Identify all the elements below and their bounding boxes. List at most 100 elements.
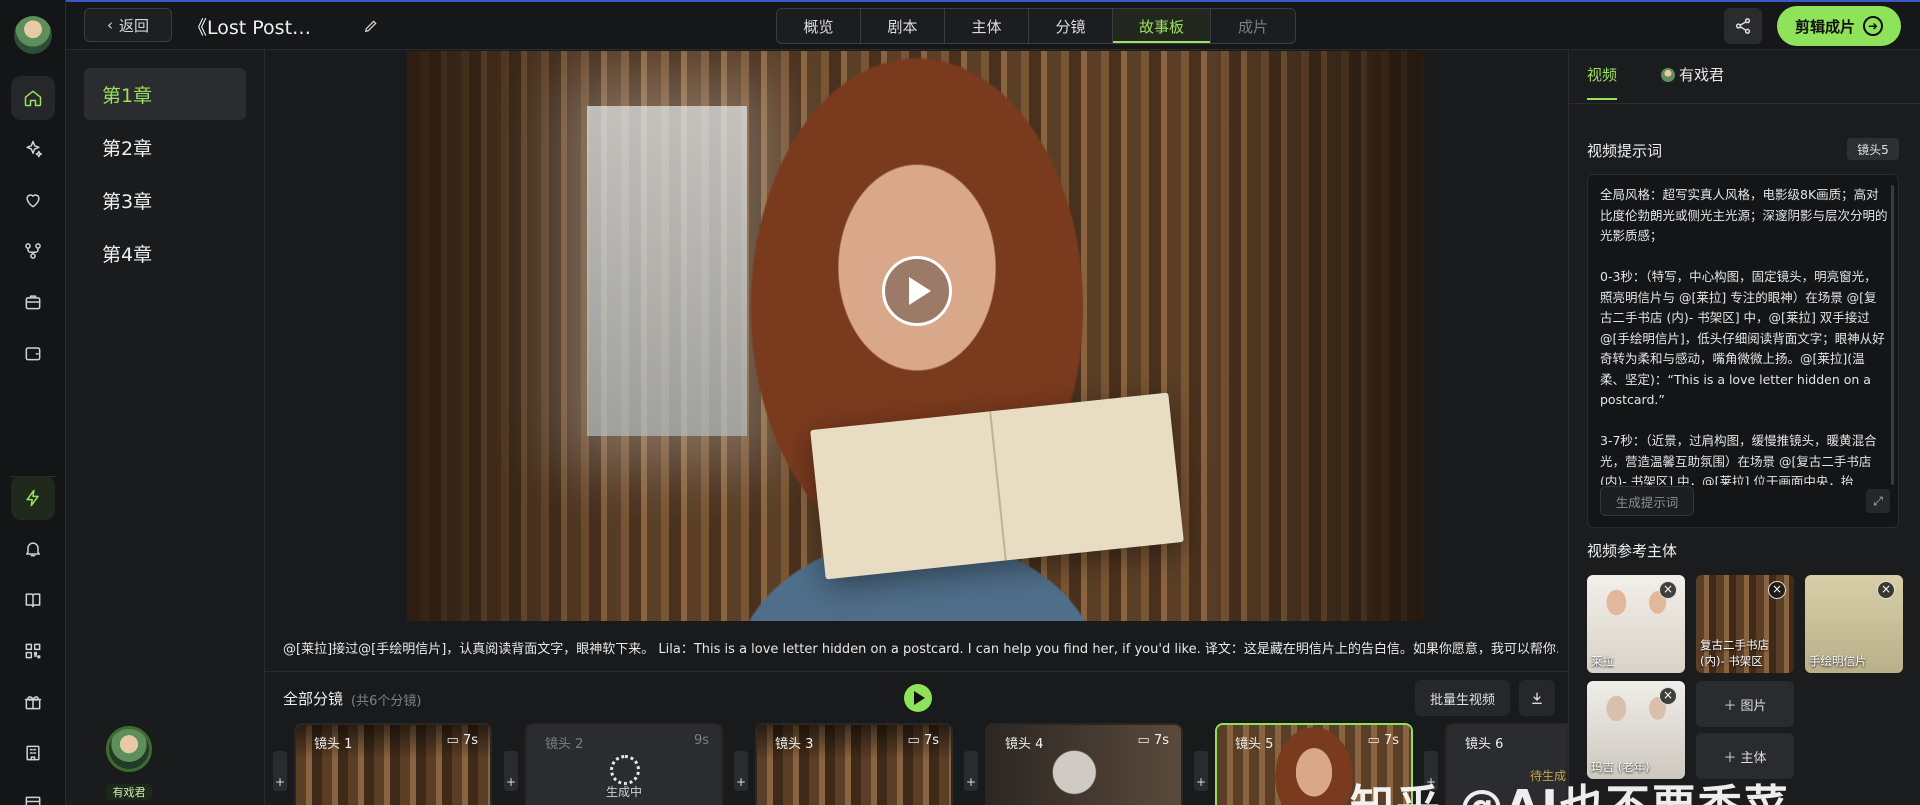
arrow-right-icon: ➜ [1863,16,1883,36]
edit-final-label: 剪辑成片 [1794,17,1855,36]
add-image-button[interactable]: ＋图片 [1696,681,1794,727]
shots-title: 全部分镜 [283,690,344,708]
download-button[interactable] [1519,680,1555,716]
shot-label: 镜头 5 [1235,737,1274,752]
ref-name: 莱拉 [1591,654,1614,668]
insert-shot-button[interactable]: + [273,751,287,791]
nav-toolbox[interactable] [11,280,55,324]
chapter-item-1[interactable]: 第1章 [84,68,246,120]
shot-label: 镜头 2 [545,737,584,752]
play-icon[interactable] [882,256,952,326]
plus-icon: ＋ [1723,750,1737,766]
tab-script[interactable]: 剧本 [861,9,945,43]
prompt-title: 视频提示词 [1587,142,1663,160]
app-logo[interactable] [14,16,52,54]
video-player[interactable] [407,51,1424,621]
back-button[interactable]: ‹ 返回 [84,8,172,42]
tab-subjects[interactable]: 主体 [945,9,1029,43]
shot-card-2[interactable]: 镜头 2 9s 生成中 [525,723,723,805]
shot-label: 镜头 3 [775,737,814,752]
nav-boost[interactable] [11,476,55,520]
share-button[interactable] [1724,8,1762,44]
shot-duration: ▭ 7s [907,733,939,748]
user-name: 有戏君 [106,784,152,800]
chapter-item-3[interactable]: 第3章 [84,174,246,226]
right-panel: 视频 有戏君 视频提示词 镜头5 全局风格：超写实真人风格，电影级8K画质；高对… [1568,50,1920,805]
user-avatar[interactable] [106,726,152,772]
nav-gift[interactable] [11,680,55,724]
nav-workflow[interactable] [11,229,55,273]
chapter-list: 第1章 第2章 第3章 第4章 [66,50,265,805]
play-all-button[interactable] [904,684,932,712]
nav-notifications[interactable] [11,527,55,571]
edit-final-button[interactable]: 剪辑成片 ➜ [1777,6,1901,46]
ref-card-bookstore[interactable]: × 复古二手书店 (内)- 书架区 [1696,575,1794,673]
avatar [1661,68,1675,82]
prompt-text[interactable]: 全局风格：超写实真人风格，电影级8K画质；高对比度伦勃朗光或侧光主光源；深邃阴影… [1600,185,1888,485]
close-icon[interactable]: × [1877,581,1895,599]
tab-overview[interactable]: 概览 [777,9,861,43]
pencil-icon[interactable] [363,18,379,34]
ref-name: 手绘明信片 [1809,654,1867,668]
download-icon [1532,692,1542,704]
sparkle-icon [26,140,43,158]
shot-duration: ▭ 7s [1367,733,1399,748]
building-icon [26,745,40,761]
shot-status: 生成中 [605,785,642,799]
heart-icon [26,194,40,208]
ref-card-lila[interactable]: × 莱拉 [1587,575,1685,673]
tab-assistant[interactable]: 有戏君 [1661,64,1724,85]
plus-icon: ＋ [1723,698,1737,714]
refs-title: 视频参考主体 [1587,542,1678,560]
nav-wallet[interactable] [11,331,55,375]
book-icon [25,593,41,608]
insert-shot-button[interactable]: + [1194,751,1208,791]
close-icon[interactable]: × [1659,581,1677,599]
video-camera-icon: ▭ [1137,733,1154,748]
insert-shot-button[interactable]: + [734,751,748,791]
nav-home[interactable] [11,76,55,120]
tab-video[interactable]: 视频 [1587,64,1617,85]
workflow-icon [25,243,41,259]
video-camera-icon: ▭ [907,733,924,748]
lightning-icon [26,489,39,507]
video-camera-icon: ▭ [446,733,463,748]
bell-icon [26,542,40,557]
close-icon[interactable]: × [1768,581,1786,599]
prompt-editor[interactable]: 全局风格：超写实真人风格，电影级8K画质；高对比度伦勃朗光或侧光主光源；深邃阴影… [1587,174,1899,528]
qrcode-icon [25,643,41,659]
ref-card-postcard[interactable]: × 手绘明信片 [1805,575,1903,673]
nav-qrcode[interactable] [11,629,55,673]
chevron-left-icon: ‹ [106,16,113,34]
nav-layout[interactable] [11,782,55,805]
storyboard-main: @[莱拉]接过@[手绘明信片]，认真阅读背面文字，眼神软下来。 Lila：Thi… [265,50,1568,805]
generate-prompt-button[interactable]: 生成提示词 [1600,486,1694,516]
watermark: 知乎 @AI也不要香菜 [1350,770,1790,805]
tab-storyboard[interactable]: 故事板 [1113,9,1211,43]
insert-shot-button[interactable]: + [504,751,518,791]
back-label: 返回 [118,16,149,35]
close-icon[interactable]: × [1659,687,1677,705]
chapter-item-4[interactable]: 第4章 [84,227,246,279]
nav-guide[interactable] [11,578,55,622]
chapter-item-2[interactable]: 第2章 [84,121,246,173]
shot-card-4[interactable]: 镜头 4 ▭ 7s [985,723,1183,805]
stage-tabs: 概览 剧本 主体 分镜 故事板 成片 [776,8,1296,44]
shot-card-3[interactable]: 镜头 3 ▭ 7s [755,723,953,805]
app-window: ‹ 返回 《Lost Post… 概览 剧本 主体 分镜 故事板 成片 剪辑成片… [0,0,1920,805]
tab-storyboard-shots[interactable]: 分镜 [1029,9,1113,43]
prompt-scrollbar[interactable] [1891,185,1894,485]
divider [1569,103,1920,104]
batch-generate-button[interactable]: 批量生视频 [1415,680,1510,716]
nav-create[interactable] [11,127,55,171]
nav-favorites[interactable] [11,178,55,222]
divider [265,671,1568,672]
insert-shot-button[interactable]: + [964,751,978,791]
expand-icon[interactable]: ⤢ [1866,489,1890,513]
nav-building[interactable] [11,731,55,775]
top-bar: ‹ 返回 《Lost Post… 概览 剧本 主体 分镜 故事板 成片 剪辑成片… [66,0,1920,50]
tab-underline [1587,98,1617,100]
ref-card-maggie[interactable]: × 玛吉 (老年) [1587,681,1685,779]
tab-final-film[interactable]: 成片 [1211,9,1295,43]
shot-card-1[interactable]: 镜头 1 ▭ 7s [294,723,492,805]
